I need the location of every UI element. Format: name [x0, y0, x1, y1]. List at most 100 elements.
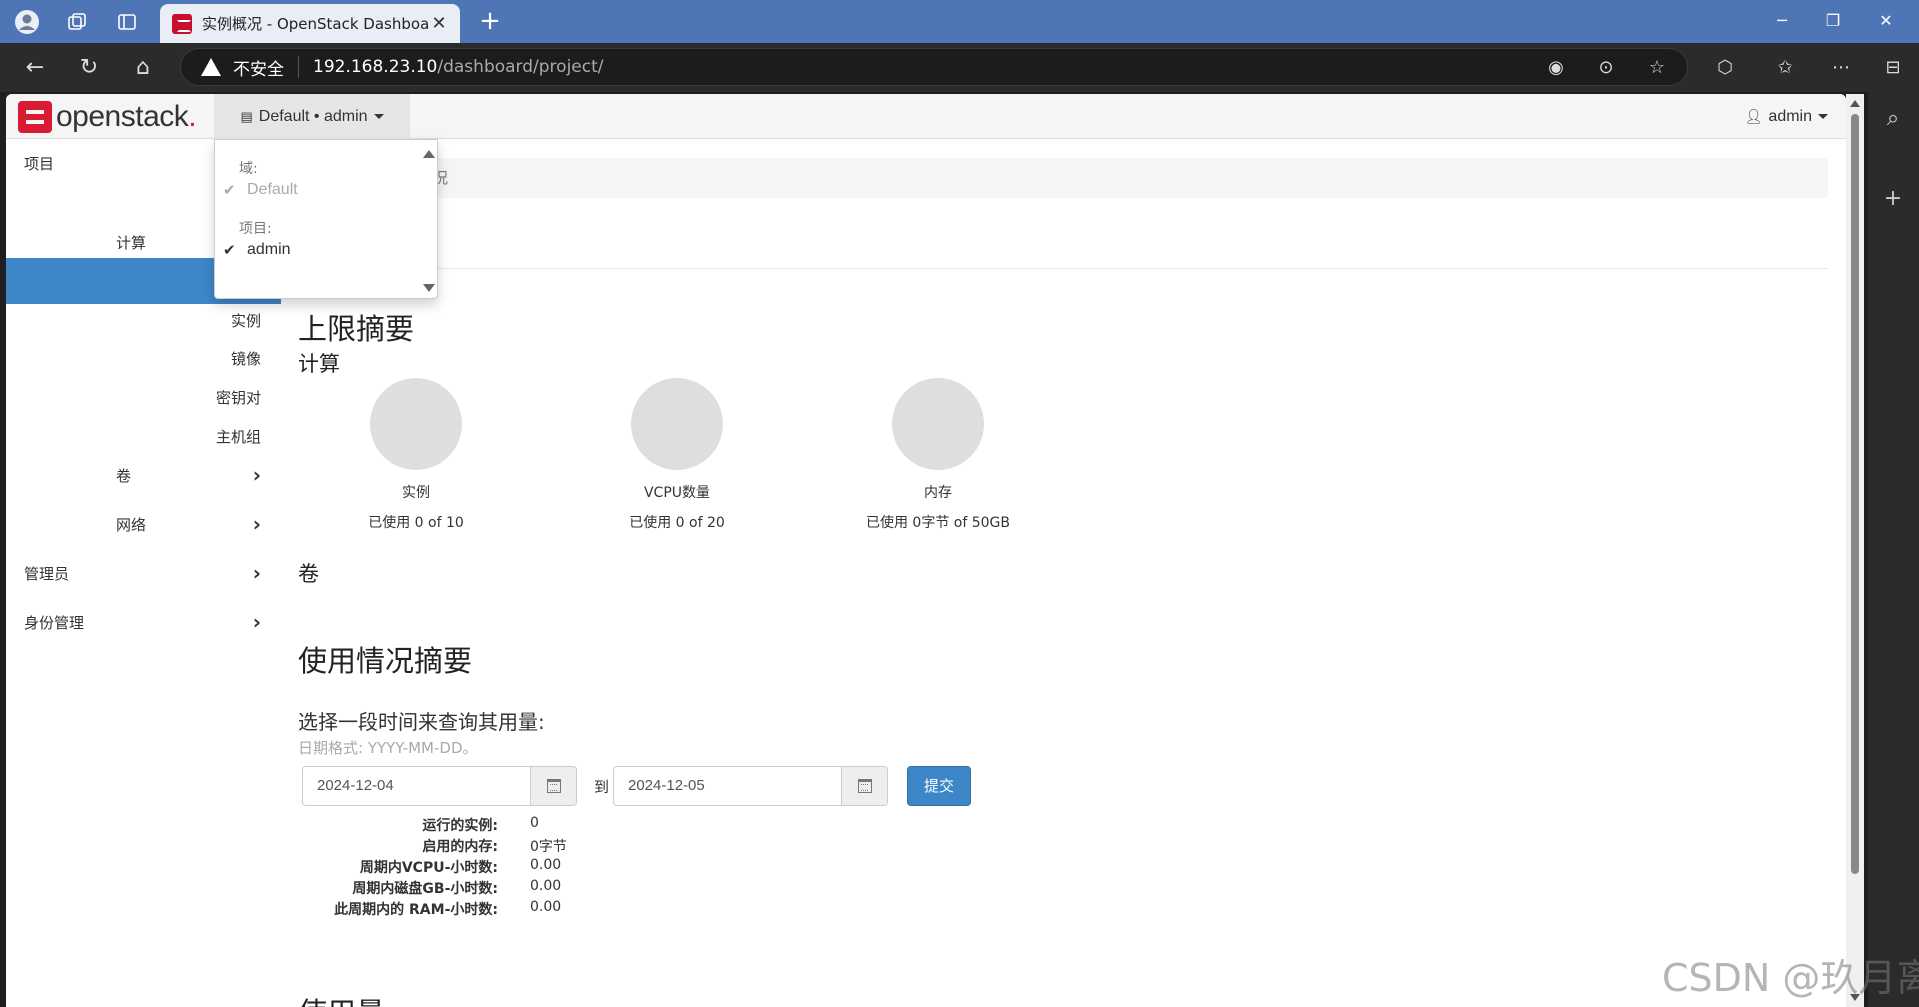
home-icon[interactable]: ⌂	[128, 53, 158, 83]
close-window-icon[interactable]: ✕	[1866, 6, 1906, 36]
domain-header: 域:	[239, 161, 258, 177]
project-switcher-dropdown: 域: ✔ Default 项目: ✔ admin	[214, 139, 438, 299]
close-tab-icon[interactable]: ✕	[430, 13, 448, 34]
sidebar-item-network[interactable]: 网络 ›	[6, 501, 281, 547]
chevron-right-icon: ›	[252, 512, 261, 536]
calendar-icon[interactable]	[530, 767, 576, 805]
tab-active[interactable]: 实例概况 - OpenStack Dashboard ✕	[160, 4, 460, 43]
dropdown-scrollbar[interactable]	[421, 144, 435, 294]
stat-value: 0字节	[530, 839, 567, 855]
url-bar[interactable]: 不安全 192.168.23.10 /dashboard/project/	[180, 48, 1688, 86]
browser-sidebar: ⌕ +	[1868, 92, 1919, 1007]
stat-key: 启用的内存:	[422, 839, 498, 855]
start-date-value[interactable]: 2024-12-04	[303, 767, 530, 805]
favorite-star-icon[interactable]: ☆	[1644, 55, 1670, 81]
openstack-logo[interactable]: openstack.	[18, 100, 197, 134]
refresh-icon[interactable]: ↻	[74, 53, 104, 83]
sidebar-item-label: 计算	[116, 233, 147, 252]
workspaces-icon[interactable]	[62, 8, 92, 36]
start-date-field[interactable]: 2024-12-04	[302, 766, 577, 806]
stat-key: 运行的实例:	[422, 818, 498, 834]
extensions-icon[interactable]: ⬡	[1712, 55, 1738, 81]
date-format-hint: 日期格式: YYYY-MM-DD。	[298, 739, 478, 757]
sidebar-item-identity[interactable]: 身份管理 ›	[6, 599, 281, 645]
calendar-icon[interactable]	[841, 767, 887, 805]
end-date-value[interactable]: 2024-12-05	[614, 767, 841, 805]
pie-usage: 已使用 0 of 20	[629, 515, 725, 531]
main-content: 概况 上限摘要 计算 实例 已使用 0 of 10 VCPU数量 已使用 0 o…	[298, 140, 1828, 1007]
more-tools-icon[interactable]: ⊙	[1593, 55, 1619, 81]
pie-usage: 已使用 0字节 of 50GB	[865, 515, 1011, 531]
vcpu-pie-chart	[631, 378, 723, 470]
sidebar-item-label: 主机组	[215, 427, 261, 446]
breadcrumb: 概况	[298, 158, 1828, 198]
usage-heading-partial: 使用量	[298, 990, 385, 1007]
submit-button[interactable]: 提交	[907, 766, 971, 806]
project-switcher-button[interactable]: ▤ Default • admin	[214, 94, 410, 139]
stat-value: 0.00	[530, 899, 562, 915]
usage-summary-heading: 使用情况摘要	[298, 644, 473, 678]
chevron-right-icon: ›	[252, 561, 261, 585]
domain-item-label: Default	[247, 181, 298, 198]
vertical-tabs-icon[interactable]	[112, 8, 142, 36]
openstack-navbar: openstack. ▤ Default • admin 👤︎ admin	[6, 94, 1846, 139]
stat-key: 周期内VCPU-小时数:	[359, 860, 498, 876]
url-divider	[298, 56, 299, 78]
sidebar-item-volumes[interactable]: 卷 ›	[6, 452, 281, 498]
openstack-favicon-icon	[172, 13, 192, 34]
favorites-icon[interactable]: ✩	[1772, 55, 1798, 81]
sidebar-item-label: 管理员	[24, 564, 70, 583]
search-icon[interactable]: ⌕	[1880, 106, 1906, 132]
page-viewport: openstack. ▤ Default • admin 👤︎ admin 项目…	[6, 94, 1846, 1007]
pie-usage: 已使用 0 of 10	[368, 515, 464, 531]
edge-copilot-icon[interactable]: ◉	[1543, 55, 1569, 81]
chevron-right-icon: ›	[252, 610, 261, 634]
domain-item-default: ✔ Default	[223, 178, 413, 202]
user-menu-button[interactable]: 👤︎ admin	[1745, 94, 1828, 139]
scroll-down-icon[interactable]	[423, 284, 435, 292]
back-icon[interactable]: ←	[20, 53, 50, 83]
sidebar-item-label: 身份管理	[24, 613, 85, 632]
sidebar-toggle-icon[interactable]: ⊟	[1880, 55, 1906, 81]
user-icon: 👤︎	[1744, 108, 1763, 124]
scrollbar-thumb[interactable]	[1851, 114, 1859, 874]
project-switcher-label: Default • admin	[258, 107, 368, 125]
watermark: CSDN @玖月离	[1662, 956, 1919, 1000]
scroll-up-icon[interactable]	[423, 150, 435, 158]
end-date-field[interactable]: 2024-12-05	[613, 766, 888, 806]
profile-icon[interactable]	[12, 8, 42, 36]
scroll-up-icon[interactable]	[1850, 100, 1860, 107]
stat-key: 此周期内的 RAM-小时数:	[334, 902, 498, 918]
pie-label: 内存	[924, 485, 952, 501]
restore-icon[interactable]: ❐	[1813, 6, 1853, 36]
project-item-admin[interactable]: ✔ admin	[223, 238, 413, 262]
stat-value: 0.00	[530, 878, 562, 894]
stat-row: 周期内磁盘GB-小时数: 0.00	[298, 878, 798, 899]
volume-subheading: 卷	[298, 562, 319, 586]
tab-title: 实例概况 - OpenStack Dashboard	[202, 15, 430, 33]
sidebar-item-admin[interactable]: 管理员 ›	[6, 550, 281, 596]
memory-pie-chart	[892, 378, 984, 470]
logo-text: openstack	[56, 100, 189, 133]
sidebar-item-label: 项目	[24, 154, 55, 173]
caret-down-icon	[1818, 114, 1828, 119]
stat-row: 周期内VCPU-小时数: 0.00	[298, 857, 798, 878]
logo-dot: .	[188, 100, 197, 133]
sidebar-item-label: 卷	[116, 466, 132, 485]
project-item-label: admin	[247, 241, 291, 258]
page-scrollbar[interactable]	[1846, 94, 1864, 1007]
instances-pie-chart	[370, 378, 462, 470]
url-path: /dashboard/project/	[437, 57, 604, 77]
stat-value: 0	[530, 815, 539, 831]
sidebar-item-label: 实例	[230, 311, 261, 330]
new-tab-button[interactable]: +	[475, 8, 505, 36]
check-icon: ✔	[223, 242, 236, 259]
stat-row: 此周期内的 RAM-小时数: 0.00	[298, 899, 798, 920]
url-host: 192.168.23.10	[313, 57, 438, 77]
minimize-icon[interactable]: ─	[1762, 6, 1802, 36]
more-menu-icon[interactable]: ⋯	[1828, 55, 1854, 81]
sidebar-item-label: 密钥对	[215, 388, 261, 407]
add-icon[interactable]: +	[1880, 186, 1906, 212]
compute-subheading: 计算	[298, 352, 340, 376]
chevron-right-icon: ›	[252, 463, 261, 487]
